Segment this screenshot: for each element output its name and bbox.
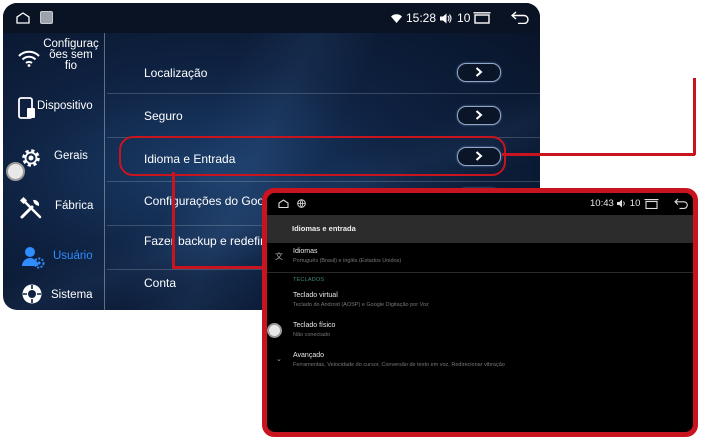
status-bar: 15:28 10 (3, 3, 540, 33)
sidebar-item-user[interactable]: Usuário (3, 233, 103, 283)
setting-label: Seguro (144, 109, 183, 123)
setting-row-security[interactable]: Seguro (107, 93, 540, 138)
zoom-callout-frame: 10:43 10 Idiomas e entrada 文 Idiomas Por… (262, 188, 698, 437)
chevron-down-icon: ⌄ (276, 356, 282, 363)
translate-icon: 文 (275, 252, 283, 261)
list-item-subtitle: Não conectado (293, 332, 330, 338)
back-icon[interactable] (511, 11, 529, 24)
overlay-status-time: 10:43 (590, 198, 614, 209)
list-item-subtitle: Ferramentas, Velocidade do cursor, Conve… (293, 362, 505, 368)
setting-label: Conta (144, 276, 177, 290)
section-header-keyboards: TECLADOS (293, 277, 325, 283)
home-icon[interactable] (278, 199, 289, 208)
chevron-right-icon (475, 67, 483, 77)
sidebar-item-label: Dispositivo (37, 100, 93, 112)
app-notification-icon (40, 11, 53, 24)
list-item-subtitle: Português (Brasil) e inglês (Estados Uni… (293, 258, 402, 264)
callout-connector (693, 78, 696, 155)
list-divider (267, 272, 693, 273)
setting-label: Configurações do Google (144, 194, 281, 208)
back-icon[interactable] (674, 198, 688, 209)
list-item-title: Avançado (293, 352, 325, 359)
wifi-icon (18, 50, 40, 67)
page-title: Idiomas e entrada (292, 224, 356, 233)
sidebar-item-label: Gerais (54, 150, 88, 162)
overlay-title-bar: Idiomas e entrada (267, 215, 693, 243)
list-item-title: Teclado virtual (293, 292, 338, 299)
recents-icon[interactable] (473, 12, 491, 24)
list-item-physical-keyboard[interactable]: Teclado físico Não conectado (267, 319, 693, 345)
overlay-volume-level: 10 (629, 198, 641, 209)
list-item-subtitle: Teclado do Android (AOSP) e Google Digit… (293, 302, 429, 308)
floating-assist-button[interactable] (6, 162, 25, 181)
list-item-virtual-keyboard[interactable]: Teclado virtual Teclado do Android (AOSP… (267, 289, 693, 315)
sidebar-item-label: Configuraç ões sem fio (43, 38, 99, 72)
list-item-advanced[interactable]: ⌄ Avançado Ferramentas, Velocidade do cu… (267, 349, 693, 375)
system-icon (22, 284, 42, 304)
callout-connector (502, 153, 695, 156)
sidebar-item-label: Sistema (51, 289, 93, 301)
sidebar-item-label: Fábrica (55, 200, 94, 212)
list-item-title: Idiomas (293, 248, 318, 255)
floating-assist-button[interactable] (267, 323, 282, 338)
overlay-status-bar: 10:43 10 (267, 193, 693, 215)
sidebar-item-factory[interactable]: Fábrica (3, 183, 103, 233)
language-input-screen: 10:43 10 Idiomas e entrada 文 Idiomas Por… (267, 193, 693, 432)
volume-icon[interactable] (616, 199, 627, 208)
status-time: 15:28 (406, 11, 437, 25)
sidebar-item-device[interactable]: Dispositivo (3, 83, 103, 133)
wifi-status-icon (391, 13, 402, 23)
sidebar-item-wireless[interactable]: Configuraç ões sem fio (3, 33, 103, 83)
highlight-language-row (119, 136, 506, 176)
user-icon (22, 247, 45, 269)
callout-connector (172, 172, 175, 268)
home-icon[interactable] (16, 12, 30, 24)
list-item-title: Teclado físico (293, 322, 336, 329)
list-item-languages[interactable]: 文 Idiomas Português (Brasil) e inglês (E… (267, 243, 693, 269)
setting-label: Fazer backup e redefinir (144, 234, 274, 248)
location-chevron-button[interactable] (457, 63, 501, 82)
recents-icon[interactable] (644, 199, 659, 209)
chevron-right-icon (475, 110, 483, 120)
security-chevron-button[interactable] (457, 106, 501, 125)
volume-icon[interactable] (440, 13, 453, 24)
device-icon (18, 97, 35, 119)
setting-row-location[interactable]: Localização (107, 49, 540, 94)
volume-level: 10 (457, 11, 471, 25)
sidebar-divider (104, 33, 105, 310)
sidebar-item-system[interactable]: Sistema (3, 283, 103, 310)
setting-label: Localização (144, 66, 208, 80)
globe-icon (297, 199, 306, 208)
callout-connector (172, 266, 264, 269)
tools-icon (19, 196, 42, 219)
sidebar-item-label: Usuário (53, 250, 93, 262)
